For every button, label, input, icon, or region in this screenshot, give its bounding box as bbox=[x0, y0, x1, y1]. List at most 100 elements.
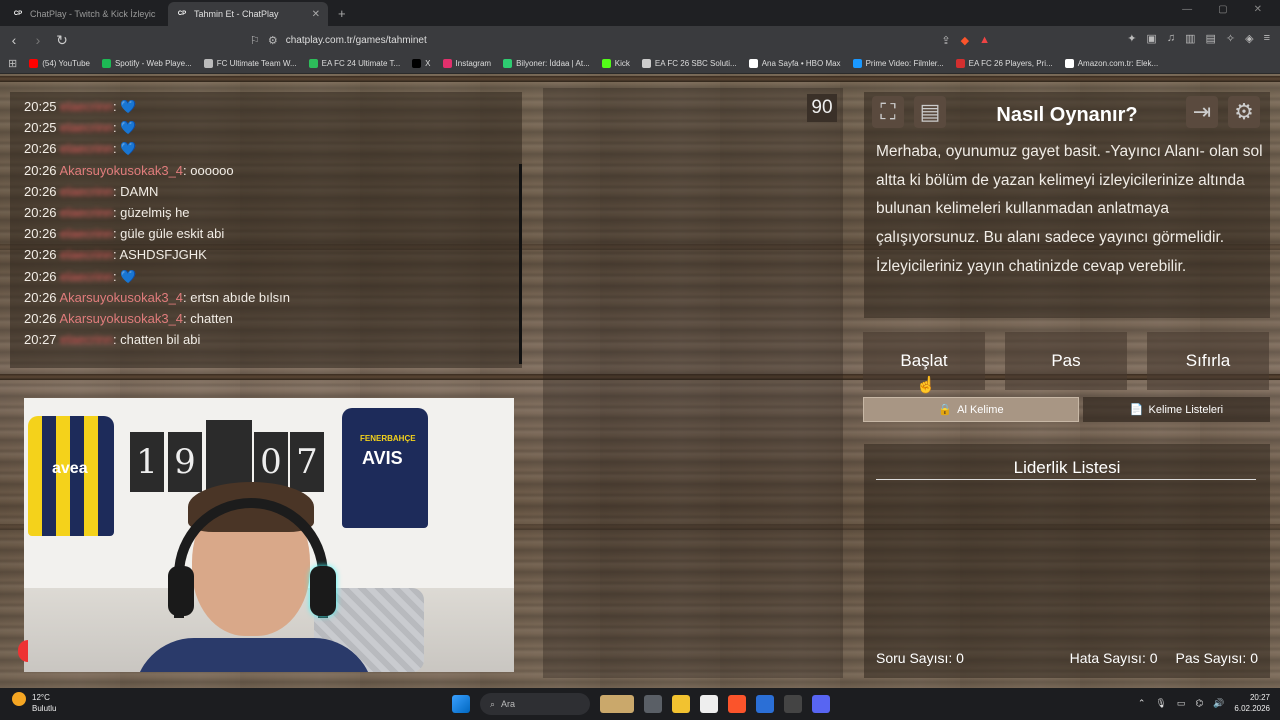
bookmark-item[interactable]: EA FC 26 SBC Soluti... bbox=[641, 59, 737, 68]
message-text: ertsn abıde bılsın bbox=[190, 289, 290, 305]
microphone-icon[interactable]: 🎙 bbox=[1155, 698, 1166, 709]
time: 20:27 bbox=[1249, 693, 1270, 702]
howto-title: Nasıl Oynanır? bbox=[996, 104, 1138, 126]
bookmark-item[interactable]: Kick bbox=[601, 59, 630, 68]
bookmark-item[interactable]: Prime Video: Filmler... bbox=[852, 59, 944, 68]
task-view-icon[interactable] bbox=[644, 695, 662, 713]
maximize-icon[interactable]: ▢ bbox=[1218, 4, 1227, 15]
message-time: 20:26 bbox=[24, 205, 57, 221]
clock[interactable]: 20:27 6.02.2026 bbox=[1234, 692, 1270, 714]
apps-icon[interactable]: ⊞ bbox=[8, 57, 17, 70]
game-area: 90 bbox=[543, 88, 843, 678]
bookmark-item[interactable]: Bilyoner: İddaa | At... bbox=[503, 59, 590, 68]
bookmark-favicon-icon bbox=[748, 59, 758, 68]
bookmark-favicon-icon bbox=[308, 59, 318, 68]
sidebar-icon[interactable]: ▥ bbox=[1185, 32, 1195, 45]
weather-status: Bulutlu bbox=[32, 704, 57, 713]
brave-browser-icon[interactable] bbox=[728, 695, 746, 713]
chat-panel: 20:25 elaecrinn: 💙 20:25 elaecrinn: 💙 20:2… bbox=[10, 92, 522, 368]
pass-count: Pas Sayısı: 0 bbox=[1175, 650, 1258, 666]
bookmark-favicon-icon bbox=[101, 59, 111, 68]
menu-icon[interactable]: ≡ bbox=[1264, 32, 1270, 45]
chat-message: 20:26 elaecrinn: ASHDSFJGHK bbox=[24, 244, 508, 265]
minimize-icon[interactable]: — bbox=[1182, 4, 1192, 15]
message-user: elaecrinn bbox=[60, 268, 113, 284]
weather-widget[interactable]: 12°C Bulutlu bbox=[12, 692, 56, 714]
volume-icon[interactable]: 🔊 bbox=[1213, 698, 1224, 709]
headset-ear-icon bbox=[310, 566, 336, 616]
bookmark-item[interactable]: Ana Sayfa • HBO Max bbox=[748, 59, 841, 68]
site-info-icon[interactable]: ⚙ bbox=[268, 34, 278, 47]
bookmark-icon[interactable]: ⚐ bbox=[250, 34, 260, 47]
jersey-brand: FENERBAHÇE bbox=[360, 434, 416, 443]
widget-icon[interactable] bbox=[600, 695, 634, 713]
bookmark-label: Spotify - Web Playe... bbox=[114, 59, 192, 68]
bookmark-item[interactable]: (54) YouTube bbox=[29, 59, 90, 68]
close-window-icon[interactable]: ✕ bbox=[1254, 4, 1262, 15]
brave-rewards-icon[interactable]: ▲ bbox=[979, 34, 990, 47]
tab-bar: CP ChatPlay - Twitch & Kick İzleyici Etk… bbox=[0, 0, 1280, 26]
question-count: Soru Sayısı: 0 bbox=[876, 650, 964, 666]
new-tab-button[interactable]: + bbox=[338, 6, 346, 21]
brave-shield-icon[interactable]: ◆ bbox=[961, 34, 969, 47]
tray-chevron-icon[interactable]: ⌃ bbox=[1138, 698, 1146, 709]
bookmark-item[interactable]: X bbox=[412, 59, 431, 68]
number-frame: 1 bbox=[130, 432, 164, 492]
tab-chatplay[interactable]: CP ChatPlay - Twitch & Kick İzleyici Etk… bbox=[4, 2, 164, 26]
tab-tahmin-et[interactable]: CP Tahmin Et - ChatPlay ✕ bbox=[168, 2, 328, 26]
network-icon[interactable]: ⌬ bbox=[1195, 698, 1203, 709]
message-time: 20:26 bbox=[24, 311, 57, 327]
bookmark-favicon-icon bbox=[955, 59, 965, 68]
mouse-cursor-icon: ☝ bbox=[916, 377, 936, 394]
chat-scrollbar[interactable] bbox=[519, 164, 522, 364]
bookmark-item[interactable]: EA FC 26 Players, Pri... bbox=[955, 59, 1053, 68]
get-word-button[interactable]: 🔒 Al Kelime bbox=[863, 397, 1079, 422]
display-icon[interactable]: ▭ bbox=[1177, 698, 1186, 709]
steam-icon[interactable] bbox=[784, 695, 802, 713]
media-icon[interactable]: ♫ bbox=[1167, 32, 1175, 45]
chat-message: 20:26 elaecrinn: güzelmiş he bbox=[24, 202, 508, 223]
chat-message: 20:26 elaecrinn: güle güle eskit abi bbox=[24, 223, 508, 244]
bookmark-item[interactable]: Spotify - Web Playe... bbox=[101, 59, 192, 68]
forward-icon[interactable]: › bbox=[28, 32, 48, 48]
message-text: 💙 bbox=[120, 141, 137, 157]
vpn-icon[interactable]: ◈ bbox=[1245, 32, 1253, 45]
reload-icon[interactable]: ↻ bbox=[52, 32, 72, 49]
address-bar: ‹ › ↻ ⚐ ⚙ chatplay.com.tr/games/tahminet… bbox=[0, 26, 1280, 54]
bookmark-label: (54) YouTube bbox=[42, 59, 90, 68]
word-lists-button[interactable]: 📄 Kelime Listeleri bbox=[1083, 397, 1270, 422]
back-icon[interactable]: ‹ bbox=[4, 32, 24, 48]
chatplay-favicon-icon: CP bbox=[13, 11, 23, 17]
discord-icon[interactable] bbox=[812, 695, 830, 713]
share-icon[interactable]: ⇪ bbox=[941, 34, 950, 47]
streamer-body bbox=[134, 638, 374, 672]
message-time: 20:25 bbox=[24, 99, 57, 114]
taskbar-search[interactable]: ⌕ Ara bbox=[480, 693, 590, 715]
howto-text: Merhaba, oyunumuz gayet basit. -Yayıncı … bbox=[876, 143, 1263, 275]
timer: 90 bbox=[807, 94, 837, 122]
pass-button[interactable]: Pas bbox=[1005, 332, 1127, 390]
close-tab-icon[interactable]: ✕ bbox=[312, 9, 320, 20]
bookmark-item[interactable]: EA FC 24 Ultimate T... bbox=[308, 59, 401, 68]
extensions-icon[interactable]: ✦ bbox=[1127, 32, 1136, 45]
bookmark-item[interactable]: FC Ultimate Team W... bbox=[203, 59, 297, 68]
message-user: Akarsuyokusokak3_4 bbox=[59, 289, 184, 305]
windows-start-icon[interactable] bbox=[452, 695, 470, 713]
bookmark-item[interactable]: Amazon.com.tr: Elek... bbox=[1064, 59, 1158, 68]
message-text: chatten bil abi bbox=[120, 332, 201, 348]
leo-icon[interactable]: ✧ bbox=[1226, 32, 1235, 45]
chat-message: 20:26 Akarsuyokusokak3_4: oooooo bbox=[24, 160, 508, 181]
message-time: 20:25 bbox=[24, 120, 57, 136]
message-user: Akarsuyokusokak3_4 bbox=[59, 311, 184, 327]
url-field[interactable]: ⚐ ⚙ chatplay.com.tr/games/tahminet ⇪ ◆ ▲ bbox=[250, 30, 990, 50]
app-icon[interactable] bbox=[756, 695, 774, 713]
bookmark-label: EA FC 24 Ultimate T... bbox=[321, 59, 401, 68]
file-explorer-icon[interactable] bbox=[672, 695, 690, 713]
bookmark-item[interactable]: Instagram bbox=[442, 59, 492, 68]
screenshot-icon[interactable]: ▣ bbox=[1146, 32, 1156, 45]
message-time: 20:26 bbox=[24, 183, 57, 199]
store-icon[interactable] bbox=[700, 695, 718, 713]
reset-button[interactable]: Sıfırla bbox=[1147, 332, 1269, 390]
bookmark-label: Instagram bbox=[455, 59, 492, 68]
wallet-icon[interactable]: ▤ bbox=[1205, 32, 1215, 45]
